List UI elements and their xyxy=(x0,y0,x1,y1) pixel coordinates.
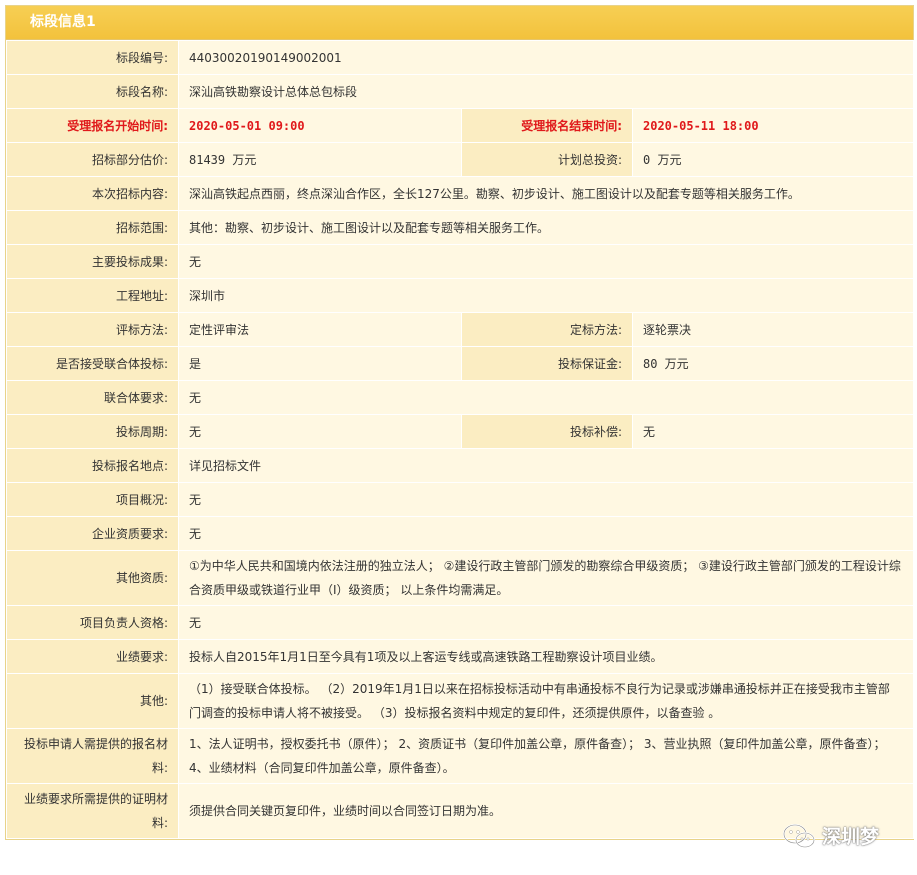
field-value: 无 xyxy=(631,414,915,449)
field-value: 详见招标文件 xyxy=(177,448,915,483)
field-value: 逐轮票决 xyxy=(631,312,915,347)
table-row: 工程地址: 深圳市 xyxy=(6,278,915,313)
field-label: 主要投标成果: xyxy=(6,244,179,279)
field-value: 1、法人证明书，授权委托书（原件）； 2、资质证书（复印件加盖公章，原件备查）；… xyxy=(177,728,915,784)
field-label: 投标补偿: xyxy=(461,414,633,449)
field-label: 其他: xyxy=(6,673,179,729)
field-value: 无 xyxy=(177,605,915,640)
table-row: 招标部分估价: 81439 万元 计划总投资: 0 万元 xyxy=(6,142,915,177)
field-value: 定性评审法 xyxy=(178,312,462,347)
table-row: 业绩要求所需提供的证明材料: 须提供合同关键页复印件，业绩时间以合同签订日期为准… xyxy=(6,783,915,839)
field-value: 44030020190149002001 xyxy=(177,40,915,75)
table-row: 其他资质: ①为中华人民共和国境内依法注册的独立法人； ②建设行政主管部门颁发的… xyxy=(6,550,915,606)
field-label: 业绩要求: xyxy=(6,639,179,674)
field-label: 投标申请人需提供的报名材料: xyxy=(6,728,179,784)
field-label: 联合体要求: xyxy=(6,380,179,415)
table-row: 投标申请人需提供的报名材料: 1、法人证明书，授权委托书（原件）； 2、资质证书… xyxy=(6,728,915,784)
field-value: 81439 万元 xyxy=(178,142,462,177)
field-label: 受理报名开始时间: xyxy=(6,108,179,143)
table-row: 受理报名开始时间: 2020-05-01 09:00 受理报名结束时间: 202… xyxy=(6,108,915,143)
table-row: 本次招标内容: 深汕高铁起点西丽，终点深汕合作区，全长127公里。勘察、初步设计… xyxy=(6,176,915,211)
field-value: 深圳市 xyxy=(177,278,915,313)
panel-title: 标段信息1 xyxy=(6,6,913,40)
table-row: 标段名称: 深汕高铁勘察设计总体总包标段 xyxy=(6,74,915,109)
field-label: 企业资质要求: xyxy=(6,516,179,551)
field-label: 评标方法: xyxy=(6,312,179,347)
watermark: 深圳梦 xyxy=(782,822,879,849)
field-value: 是 xyxy=(178,346,462,381)
field-value: 无 xyxy=(177,244,915,279)
bid-section-panel: 标段信息1 标段编号: 44030020190149002001 标段名称: 深… xyxy=(5,5,915,840)
field-value: ①为中华人民共和国境内依法注册的独立法人； ②建设行政主管部门颁发的勘察综合甲级… xyxy=(177,550,915,606)
field-label: 定标方法: xyxy=(461,312,633,347)
field-label: 受理报名结束时间: xyxy=(461,108,633,143)
field-value: 其他：勘察、初步设计、施工图设计以及配套专题等相关服务工作。 xyxy=(177,210,915,245)
field-label: 本次招标内容: xyxy=(6,176,179,211)
table-row: 主要投标成果: 无 xyxy=(6,244,915,279)
field-label: 项目负责人资格: xyxy=(6,605,179,640)
table-row: 评标方法: 定性评审法 定标方法: 逐轮票决 xyxy=(6,312,915,347)
field-label: 计划总投资: xyxy=(461,142,633,177)
field-value: 无 xyxy=(177,516,915,551)
watermark-text: 深圳梦 xyxy=(822,826,880,848)
table-row: 联合体要求: 无 xyxy=(6,380,915,415)
field-value: （1）接受联合体投标。 （2）2019年1月1日以来在招标投标活动中有串通投标不… xyxy=(177,673,915,729)
wechat-icon xyxy=(783,823,815,848)
table-row: 业绩要求: 投标人自2015年1月1日至今具有1项及以上客运专线或高速铁路工程勘… xyxy=(6,639,915,674)
field-value: 无 xyxy=(178,414,462,449)
field-value: 0 万元 xyxy=(631,142,915,177)
field-value: 深汕高铁勘察设计总体总包标段 xyxy=(177,74,915,109)
table-row: 是否接受联合体投标: 是 投标保证金: 80 万元 xyxy=(6,346,915,381)
field-value: 投标人自2015年1月1日至今具有1项及以上客运专线或高速铁路工程勘察设计项目业… xyxy=(177,639,915,674)
field-label: 工程地址: xyxy=(6,278,179,313)
table-row: 招标范围: 其他：勘察、初步设计、施工图设计以及配套专题等相关服务工作。 xyxy=(6,210,915,245)
table-row: 其他: （1）接受联合体投标。 （2）2019年1月1日以来在招标投标活动中有串… xyxy=(6,673,915,729)
field-label: 标段名称: xyxy=(6,74,179,109)
table-row: 投标报名地点: 详见招标文件 xyxy=(6,448,915,483)
table-row: 项目负责人资格: 无 xyxy=(6,605,915,640)
table-row: 项目概况: 无 xyxy=(6,482,915,517)
field-label: 是否接受联合体投标: xyxy=(6,346,179,381)
field-value: 无 xyxy=(177,482,915,517)
field-value: 2020-05-01 09:00 xyxy=(178,108,462,143)
table-row: 投标周期: 无 投标补偿: 无 xyxy=(6,414,915,449)
field-label: 业绩要求所需提供的证明材料: xyxy=(6,783,179,839)
field-label: 项目概况: xyxy=(6,482,179,517)
field-label: 投标保证金: xyxy=(461,346,633,381)
field-label: 投标周期: xyxy=(6,414,179,449)
field-label: 其他资质: xyxy=(6,550,179,606)
field-value: 80 万元 xyxy=(631,346,915,381)
field-label: 标段编号: xyxy=(6,40,179,75)
field-value: 2020-05-11 18:00 xyxy=(631,108,915,143)
table-row: 企业资质要求: 无 xyxy=(6,516,915,551)
field-label: 投标报名地点: xyxy=(6,448,179,483)
field-value: 无 xyxy=(177,380,915,415)
info-table: 标段编号: 44030020190149002001 标段名称: 深汕高铁勘察设… xyxy=(6,40,915,839)
field-value: 深汕高铁起点西丽，终点深汕合作区，全长127公里。勘察、初步设计、施工图设计以及… xyxy=(177,176,915,211)
field-label: 招标范围: xyxy=(6,210,179,245)
field-label: 招标部分估价: xyxy=(6,142,179,177)
table-row: 标段编号: 44030020190149002001 xyxy=(6,40,915,75)
